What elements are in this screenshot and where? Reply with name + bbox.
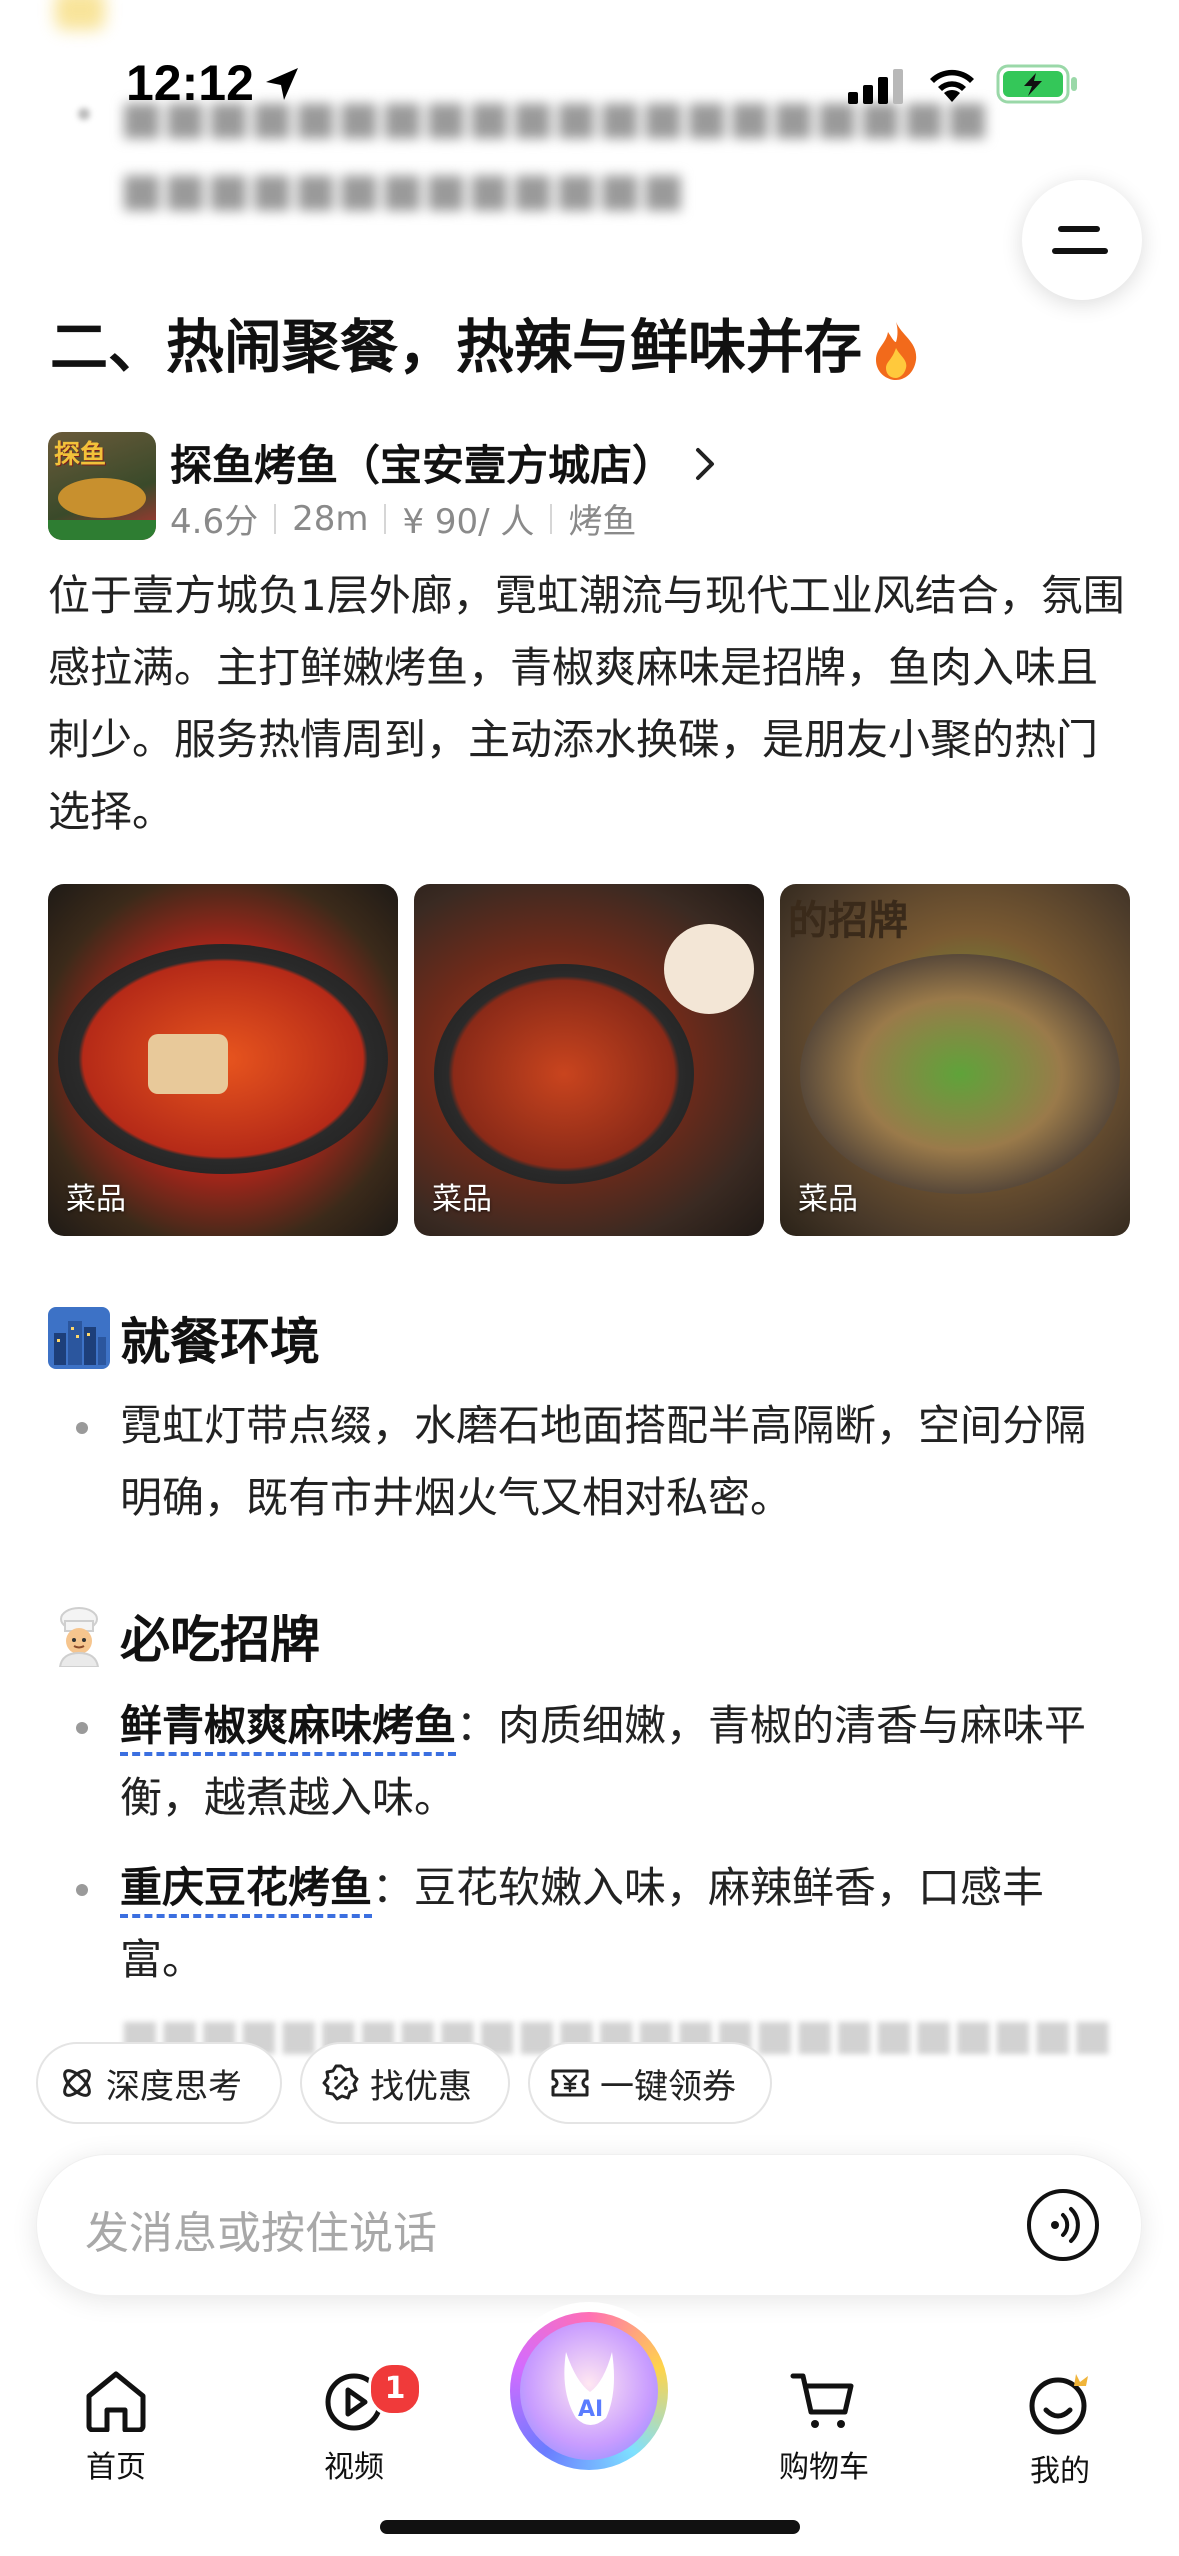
nav-cart[interactable]: 购物车	[754, 2370, 894, 2486]
message-input[interactable]: 发消息或按住说话	[36, 2154, 1142, 2296]
wifi-icon	[930, 69, 974, 102]
chip-label: 找优惠	[370, 2066, 472, 2107]
dish-separator: ：	[456, 1701, 499, 1750]
store-name-link[interactable]: 探鱼烤鱼（宝安壹方城店）	[170, 432, 674, 493]
blurred-text-line-2: ■■■■■■■■■■■■■	[120, 162, 686, 216]
bullet-dot	[76, 1884, 88, 1896]
chip-label: 深度思考	[106, 2066, 242, 2107]
sound-wave-icon	[1051, 2207, 1080, 2243]
status-time: 12:12	[126, 55, 254, 111]
green-pepper-fish-pot	[800, 954, 1120, 1194]
deep-think-chip[interactable]: 深度思考	[36, 2042, 282, 2124]
menu-icon-bar-bottom	[1052, 248, 1108, 254]
svg-text:AI: AI	[578, 2397, 603, 2422]
store-category: 烤鱼	[568, 502, 637, 542]
meta-divider	[384, 503, 387, 534]
section-title: 二、热闹聚餐，热辣与鲜味并存	[50, 300, 924, 384]
cityscape-icon	[48, 1307, 110, 1369]
must-eat-item: 重庆豆花烤鱼：豆花软嫩入味，麻辣鲜香，口感丰富。	[120, 1852, 1120, 1996]
message-input-placeholder: 发消息或按住说话	[85, 2208, 437, 2259]
chevron-right-icon[interactable]	[694, 446, 718, 482]
section-title-text: 二、热闹聚餐，热辣与鲜味并存	[50, 313, 863, 381]
store-distance: 28m	[292, 498, 369, 539]
find-discount-chip[interactable]: 找优惠	[300, 2042, 510, 2124]
store-thumbnail-fish	[58, 478, 146, 518]
ai-assistant-logo: AI	[520, 2322, 658, 2460]
environment-item: 霓虹灯带点缀，水磨石地面搭配半高隔断，空间分隔明确，既有市井烟火气又相对私密。	[120, 1401, 1087, 1522]
menu-icon-bar-top	[1058, 226, 1100, 232]
dish-name-link[interactable]: 鲜青椒爽麻味烤鱼	[120, 1701, 457, 1756]
voice-button[interactable]	[1027, 2189, 1099, 2261]
home-icon	[86, 2371, 146, 2433]
deep-think-icon	[63, 2069, 91, 2097]
store-thumbnail[interactable]: 探鱼	[48, 432, 156, 540]
location-arrow-icon	[266, 68, 298, 100]
coupon-icon	[551, 2069, 589, 2097]
nav-home[interactable]: 首页	[46, 2370, 186, 2486]
bullet-dot	[76, 1722, 88, 1734]
bunny-logo-icon: AI	[564, 2352, 614, 2425]
chef-icon	[58, 1607, 100, 1667]
status-bar: 12:12	[0, 0, 1179, 170]
store-price: ¥ 90/ 人	[402, 502, 535, 542]
environment-heading: 就餐环境	[48, 1302, 320, 1374]
home-indicator	[380, 2520, 800, 2534]
dish-name-link[interactable]: 重庆豆花烤鱼	[120, 1863, 373, 1918]
notification-badge: 1	[368, 2362, 422, 2416]
meta-divider	[274, 503, 277, 534]
nav-label: 购物车	[779, 2450, 869, 2485]
nav-label: 视频	[324, 2450, 384, 2485]
store-description: 位于壹方城负1层外廊，霓虹潮流与现代工业风结合，氛围感拉满。主打鲜嫩烤鱼，青椒爽…	[48, 571, 1125, 836]
photo-banner-text: 的招牌	[788, 898, 908, 944]
dish-photo[interactable]: 菜品	[48, 884, 398, 1236]
store-thumbnail-logo: 探鱼	[54, 440, 107, 470]
profile-icon	[1029, 2374, 1088, 2435]
discount-icon	[322, 2064, 359, 2101]
dish-photo[interactable]: 的招牌 菜品	[780, 884, 1130, 1236]
nav-profile[interactable]: 我的	[990, 2370, 1130, 2490]
meta-divider	[550, 503, 553, 534]
nav-label: 我的	[1030, 2454, 1090, 2489]
store-thumbnail-strip	[48, 520, 156, 540]
nav-video[interactable]: 1 视频	[284, 2362, 424, 2486]
dish-photo[interactable]: 菜品	[414, 884, 764, 1236]
environment-heading-text: 就餐环境	[120, 1313, 320, 1371]
nav-label: 首页	[86, 2450, 146, 2485]
store-rating: 4.6分	[170, 502, 259, 542]
chip-label: 一键领券	[600, 2066, 736, 2107]
dish-separator: ：	[372, 1863, 415, 1912]
cellular-signal-icon	[848, 69, 903, 104]
side-plate	[664, 924, 754, 1014]
photo-label: 菜品	[798, 1182, 858, 1217]
battery-charging-icon	[996, 64, 1077, 104]
cart-icon	[790, 2373, 854, 2428]
ai-assistant-button[interactable]: AI	[510, 2312, 668, 2470]
claim-coupon-chip[interactable]: 一键领券	[528, 2042, 772, 2124]
photo-label: 菜品	[66, 1182, 126, 1217]
bullet-dot	[76, 1422, 88, 1434]
tofu-pieces	[148, 1034, 228, 1094]
store-meta: 4.6分 28m ¥ 90/ 人 烤鱼	[170, 494, 636, 543]
must-eat-heading: 必吃招牌	[48, 1600, 320, 1672]
must-eat-item: 鲜青椒爽麻味烤鱼：肉质细嫩，青椒的清香与麻味平衡，越煮越入味。	[120, 1690, 1120, 1834]
photo-label: 菜品	[432, 1182, 492, 1217]
must-eat-heading-text: 必吃招牌	[120, 1611, 320, 1669]
grilled-fish-pot	[434, 964, 694, 1184]
menu-button[interactable]	[1022, 180, 1142, 300]
fire-icon	[876, 321, 917, 380]
